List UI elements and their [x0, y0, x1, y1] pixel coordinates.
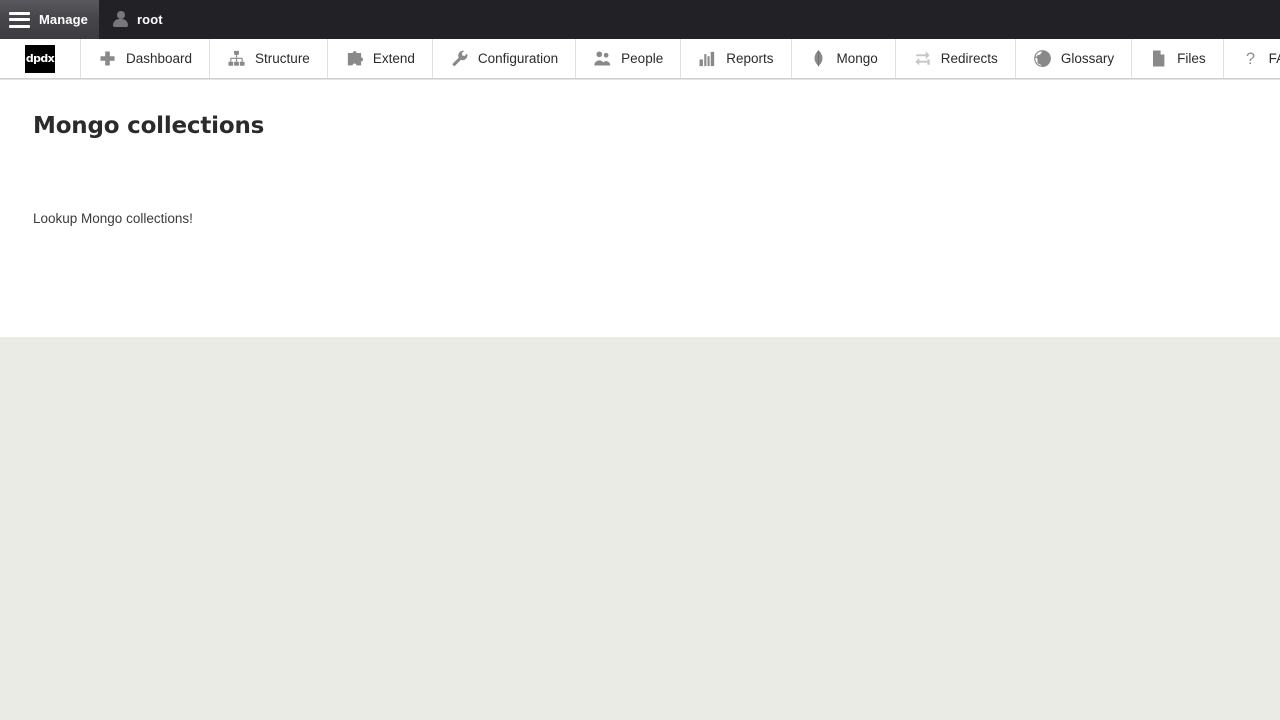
toolbar-label-people: People	[621, 50, 664, 66]
toolbar-item-glossary[interactable]: Glossary	[1016, 39, 1133, 78]
toolbar-item-structure[interactable]: Structure	[210, 39, 328, 78]
document-icon	[1149, 49, 1168, 68]
toolbar-item-reports[interactable]: Reports	[681, 39, 792, 78]
toolbar-label-configuration: Configuration	[477, 50, 559, 66]
toolbar-label-mongo: Mongo	[836, 50, 878, 66]
question-mark-icon: ?	[1241, 49, 1260, 68]
page-content: Mongo collections Lookup Mongo collectio…	[0, 79, 1280, 337]
toolbar-label-structure: Structure	[255, 50, 310, 66]
bar-chart-icon	[698, 49, 717, 68]
plus-icon	[98, 49, 117, 68]
toolbar-label-reports: Reports	[726, 50, 774, 66]
toolbar-label-extend: Extend	[372, 50, 415, 66]
user-account-button[interactable]: root	[99, 0, 178, 39]
toolbar-item-configuration[interactable]: Configuration	[433, 39, 577, 78]
page-body-text: Lookup Mongo collections!	[33, 211, 193, 226]
toolbar-item-redirects[interactable]: Redirects	[896, 39, 1016, 78]
admin-top-bar: Manage root	[0, 0, 1280, 39]
manage-menu-label: Manage	[39, 12, 89, 27]
toolbar-item-dashboard[interactable]: Dashboard	[81, 39, 211, 78]
toolbar-label-faq: FAQ	[1268, 50, 1280, 66]
toolbar-label-redirects: Redirects	[940, 50, 998, 66]
toolbar-item-faq[interactable]: ? FAQ	[1224, 39, 1280, 78]
puzzle-piece-icon	[345, 49, 364, 68]
wrench-icon	[450, 49, 469, 68]
swap-arrows-icon	[913, 49, 932, 68]
globe-icon	[1033, 49, 1052, 68]
toolbar-item-mongo[interactable]: Mongo	[792, 39, 896, 78]
admin-toolbar: dpdx Dashboard Structure Extend Configur…	[0, 39, 1280, 79]
people-icon	[593, 49, 612, 68]
toolbar-label-files: Files	[1177, 50, 1206, 66]
hamburger-menu-icon	[9, 11, 30, 28]
svg-text:?: ?	[1246, 50, 1255, 68]
manage-menu-button[interactable]: Manage	[0, 0, 99, 39]
site-logo-button[interactable]: dpdx	[0, 39, 81, 78]
toolbar-label-dashboard: Dashboard	[126, 50, 193, 66]
site-logo: dpdx	[25, 44, 55, 73]
toolbar-item-files[interactable]: Files	[1132, 39, 1224, 78]
user-account-icon	[113, 11, 128, 28]
toolbar-item-extend[interactable]: Extend	[328, 39, 433, 78]
page-background	[0, 337, 1280, 720]
admin-bar-filler	[178, 0, 1280, 39]
toolbar-label-glossary: Glossary	[1060, 50, 1115, 66]
user-account-label: root	[137, 12, 163, 27]
hierarchy-icon	[227, 49, 246, 68]
mongodb-leaf-icon	[809, 49, 828, 68]
toolbar-item-people[interactable]: People	[576, 39, 682, 78]
page-title: Mongo collections	[33, 113, 265, 139]
